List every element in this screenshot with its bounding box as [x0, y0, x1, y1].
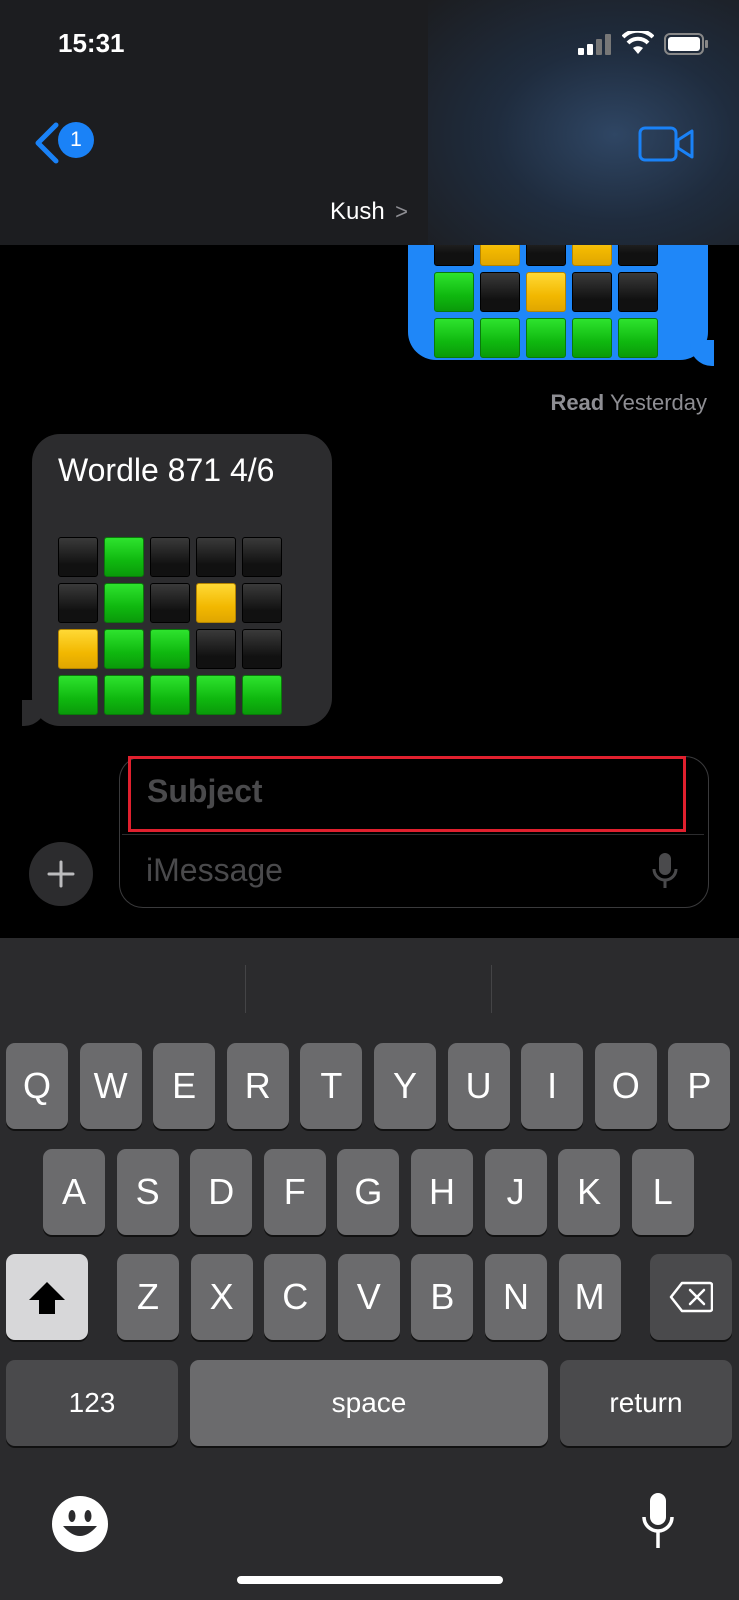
wordle-tile-green	[572, 318, 612, 358]
wordle-tile-black	[618, 272, 658, 312]
key-h[interactable]: H	[411, 1149, 473, 1235]
wordle-tile-black	[196, 537, 236, 577]
received-bubble-tail	[22, 700, 46, 726]
wordle-tile-green	[104, 537, 144, 577]
unread-badge: 1	[58, 122, 94, 158]
suggestion-divider	[491, 965, 492, 1013]
wordle-tile-green	[104, 629, 144, 669]
wordle-tile-green	[618, 318, 658, 358]
key-v[interactable]: V	[337, 1254, 400, 1340]
return-key[interactable]: return	[560, 1360, 732, 1446]
wordle-tile-black	[58, 537, 98, 577]
suggestion-divider	[245, 965, 246, 1013]
space-key[interactable]: space	[190, 1360, 548, 1446]
wordle-tile-black	[242, 537, 282, 577]
wordle-tile-black	[196, 629, 236, 669]
wordle-tile-green	[434, 272, 474, 312]
key-g[interactable]: G	[337, 1149, 400, 1235]
key-f[interactable]: F	[263, 1149, 326, 1235]
wordle-tile-green	[150, 629, 190, 669]
sent-bubble-tail	[690, 340, 714, 366]
chevron-right-icon: >	[395, 199, 409, 224]
microphone-icon[interactable]	[652, 852, 678, 890]
compose-divider	[122, 834, 704, 835]
wordle-tile-green	[196, 675, 236, 715]
wordle-tile-black	[480, 272, 520, 312]
key-l[interactable]: L	[631, 1149, 694, 1235]
contact-name: Kush	[330, 198, 385, 225]
key-a[interactable]: A	[43, 1149, 105, 1235]
key-x[interactable]: X	[190, 1254, 253, 1340]
wordle-tile-black	[242, 583, 282, 623]
key-r[interactable]: R	[226, 1043, 289, 1129]
chevron-left-icon	[35, 122, 59, 164]
contact-name-button[interactable]: Kush >	[330, 198, 408, 226]
key-d[interactable]: D	[190, 1149, 253, 1235]
wordle-tile-green	[150, 675, 190, 715]
dictation-microphone-icon[interactable]	[642, 1492, 674, 1552]
key-y[interactable]: Y	[374, 1043, 436, 1129]
key-p[interactable]: P	[668, 1043, 731, 1129]
key-o[interactable]: O	[594, 1043, 657, 1129]
received-message-text: Wordle 871 4/6	[58, 452, 275, 488]
emoji-icon	[63, 1510, 97, 1536]
subject-highlight-box	[128, 756, 686, 832]
key-i[interactable]: I	[521, 1043, 584, 1129]
wordle-tile-green	[58, 675, 98, 715]
wordle-tile-black	[150, 583, 190, 623]
wordle-tile-green	[434, 318, 474, 358]
read-time: Yesterday	[609, 390, 707, 415]
wordle-tile-yellow	[196, 583, 236, 623]
cellular-signal-icon	[578, 34, 611, 55]
key-k[interactable]: K	[558, 1149, 621, 1235]
plus-icon	[47, 860, 75, 888]
status-time: 15:31	[58, 28, 125, 58]
wifi-icon	[622, 31, 654, 54]
key-u[interactable]: U	[447, 1043, 510, 1129]
key-b[interactable]: B	[411, 1254, 474, 1340]
battery-icon	[664, 33, 708, 55]
wordle-tile-black	[572, 272, 612, 312]
read-receipt: Read Yesterday	[550, 390, 707, 416]
wordle-tile-green	[526, 318, 566, 358]
key-n[interactable]: N	[485, 1254, 547, 1340]
home-indicator	[237, 1576, 503, 1584]
key-e[interactable]: E	[153, 1043, 216, 1129]
key-s[interactable]: S	[116, 1149, 179, 1235]
wordle-tile-yellow	[526, 272, 566, 312]
wordle-tile-black	[242, 629, 282, 669]
wordle-tile-green	[242, 675, 282, 715]
key-m[interactable]: M	[558, 1254, 621, 1340]
emoji-button[interactable]	[52, 1496, 108, 1552]
key-c[interactable]: C	[264, 1254, 327, 1340]
read-label: Read	[550, 390, 605, 415]
delete-key[interactable]	[650, 1254, 732, 1340]
wordle-tile-black	[150, 537, 190, 577]
numbers-key[interactable]: 123	[6, 1360, 178, 1446]
message-input[interactable]: iMessage	[146, 852, 283, 889]
shift-key[interactable]	[6, 1254, 88, 1340]
wordle-tile-green	[104, 583, 144, 623]
key-w[interactable]: W	[79, 1043, 142, 1129]
key-z[interactable]: Z	[117, 1254, 179, 1340]
video-camera-icon[interactable]	[638, 126, 694, 162]
wordle-tile-yellow	[58, 629, 98, 669]
backspace-icon	[669, 1281, 714, 1313]
key-t[interactable]: T	[300, 1043, 363, 1129]
apps-plus-button[interactable]	[29, 842, 93, 906]
wordle-tile-green	[480, 318, 520, 358]
wordle-tile-black	[58, 583, 98, 623]
key-q[interactable]: Q	[6, 1043, 68, 1129]
status-bar: 15:31	[0, 0, 739, 90]
shift-arrow-icon	[29, 1282, 65, 1314]
key-j[interactable]: J	[484, 1149, 547, 1235]
wordle-tile-green	[104, 675, 144, 715]
